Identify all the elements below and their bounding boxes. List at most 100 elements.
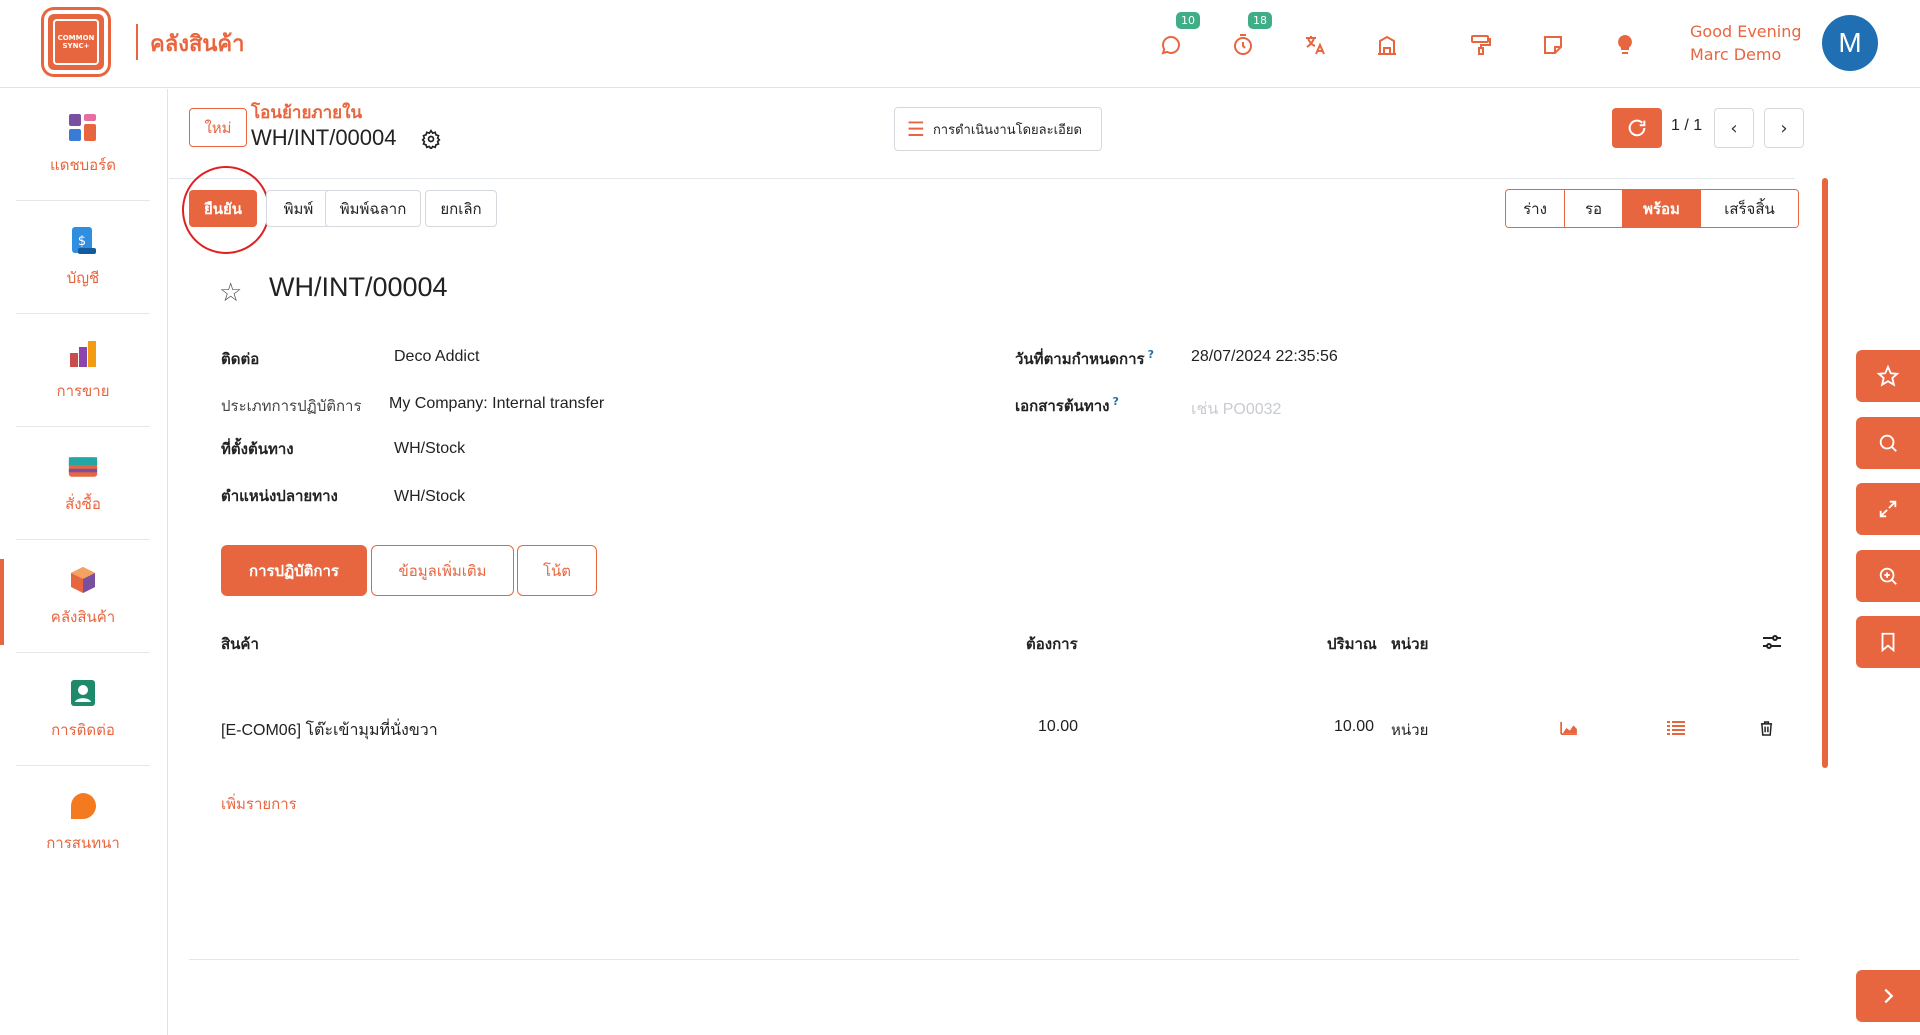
search-float-button[interactable]: [1856, 417, 1920, 469]
detailed-operations-list-icon[interactable]: [1666, 719, 1686, 737]
fullscreen-float-button[interactable]: [1856, 483, 1920, 535]
trash-icon[interactable]: [1756, 719, 1776, 737]
sidebar-item-discuss[interactable]: การสนทนา: [16, 767, 150, 879]
sheet-bottom-divider: [189, 959, 1799, 960]
print-labels-button[interactable]: พิมพ์ฉลาก: [325, 190, 421, 227]
activity-clock-icon[interactable]: 18: [1228, 12, 1272, 60]
stage-ready[interactable]: พร้อม: [1622, 190, 1700, 227]
expand-panel-button[interactable]: [1856, 970, 1920, 1022]
help-icon[interactable]: ?: [1148, 348, 1154, 361]
stage-draft[interactable]: ร่าง: [1506, 190, 1564, 227]
purchase-icon: [68, 452, 98, 482]
pager-next-button[interactable]: ›: [1764, 108, 1804, 148]
record-title[interactable]: WH/INT/00004: [269, 272, 448, 303]
scrollbar[interactable]: [1822, 178, 1828, 768]
scheduled-date-label: วันที่ตามกำหนดการ?: [1015, 347, 1154, 371]
sales-icon: [68, 339, 98, 369]
print-button[interactable]: พิมพ์: [266, 190, 331, 227]
column-header-uom[interactable]: หน่วย: [1391, 632, 1428, 656]
chevron-left-icon: ‹: [1730, 117, 1738, 139]
destination-location-field[interactable]: WH/Stock: [394, 488, 465, 506]
sidebar-item-purchase[interactable]: สั่งซื้อ: [16, 428, 150, 540]
pager-previous-button[interactable]: ‹: [1714, 108, 1754, 148]
optional-columns-icon[interactable]: [1762, 633, 1782, 651]
table-row-product[interactable]: [E-COM06] โต๊ะเข้ามุมที่นั่งขวา: [221, 718, 438, 743]
inventory-icon: [68, 565, 98, 595]
zoom-float-button[interactable]: [1856, 550, 1920, 602]
forecast-chart-icon[interactable]: [1559, 719, 1579, 737]
gear-icon[interactable]: [421, 129, 443, 151]
source-location-label: ที่ตั้งต้นทาง: [221, 440, 294, 458]
table-row-uom[interactable]: หน่วย: [1391, 718, 1428, 742]
stage-waiting[interactable]: รอ: [1564, 190, 1622, 227]
sidebar-item-contacts[interactable]: การติดต่อ: [16, 654, 150, 766]
table-row-quantity[interactable]: 10.00: [1334, 718, 1374, 736]
scheduled-date-label-text: วันที่ตามกำหนดการ: [1015, 350, 1145, 368]
validate-button[interactable]: ยืนยัน: [189, 190, 257, 227]
sidebar-item-label: คลังสินค้า: [50, 607, 116, 626]
favorite-float-button[interactable]: [1856, 350, 1920, 402]
chevron-right-icon: ›: [1780, 117, 1788, 139]
company-building-icon[interactable]: [1372, 30, 1402, 60]
star-outline-icon: [1877, 365, 1899, 387]
hamburger-icon: ☰: [907, 117, 925, 141]
status-stages: ร่าง รอ พร้อม เสร็จสิ้น: [1505, 189, 1799, 228]
sidebar-item-dashboard[interactable]: แดชบอร์ด: [16, 89, 150, 201]
scheduled-date-field[interactable]: 28/07/2024 22:35:56: [1191, 348, 1338, 366]
sidebar-active-indicator: [0, 559, 4, 645]
operation-type-label: ประเภทการปฏิบัติการ: [221, 397, 362, 415]
actions-menu-button[interactable]: ☰ การดำเนินงานโดยละเอียด: [894, 107, 1102, 151]
logo-text-sync: SYNC+: [62, 42, 90, 50]
sidebar-item-label: การสนทนา: [46, 834, 120, 852]
sidebar-item-accounting[interactable]: $ บัญชี: [16, 202, 150, 314]
refresh-icon: [1628, 119, 1646, 137]
search-icon: [1879, 434, 1897, 452]
app-logo[interactable]: COMMON SYNC+: [44, 10, 108, 74]
svg-text:$: $: [78, 234, 86, 249]
source-document-input[interactable]: เช่น PO0032: [1191, 397, 1281, 422]
sidebar-item-sales[interactable]: การขาย: [16, 315, 150, 427]
sidebar-item-label: การติดต่อ: [51, 720, 115, 739]
source-location-field[interactable]: WH/Stock: [394, 440, 465, 458]
column-header-product[interactable]: สินค้า: [221, 632, 259, 656]
actions-menu-label: การดำเนินงานโดยละเอียด: [932, 122, 1082, 138]
operation-type-field[interactable]: My Company: Internal transfer: [389, 395, 604, 413]
sidebar-item-inventory[interactable]: คลังสินค้า: [16, 541, 150, 653]
messages-icon[interactable]: 10: [1156, 12, 1200, 60]
table-row-demand[interactable]: 10.00: [1038, 718, 1078, 736]
app-title[interactable]: คลังสินค้า: [150, 26, 244, 61]
sidebar-item-label: บัญชี: [66, 268, 100, 287]
source-document-label-text: เอกสารต้นทาง: [1015, 397, 1110, 415]
stage-done[interactable]: เสร็จสิ้น: [1700, 190, 1798, 227]
destination-location-label: ตำแหน่งปลายทาง: [221, 487, 338, 505]
accounting-icon: $: [68, 226, 98, 256]
breadcrumb-parent-link[interactable]: โอนย้ายภายใน: [251, 99, 362, 126]
zoom-in-icon: [1879, 567, 1897, 585]
note-icon[interactable]: [1538, 30, 1568, 60]
tab-operations[interactable]: การปฏิบัติการ: [221, 545, 367, 596]
activities-badge: 18: [1248, 12, 1272, 29]
star-icon[interactable]: ☆: [219, 278, 242, 308]
avatar[interactable]: M: [1822, 15, 1878, 71]
user-greeting[interactable]: Good Evening Marc Demo: [1690, 20, 1802, 66]
theme-roller-icon[interactable]: [1466, 30, 1496, 60]
refresh-button[interactable]: [1612, 108, 1662, 148]
lightbulb-icon[interactable]: [1610, 30, 1640, 60]
expand-arrows-icon: [1879, 500, 1897, 518]
tab-additional-info[interactable]: ข้อมูลเพิ่มเติม: [371, 545, 514, 596]
bookmark-float-button[interactable]: [1856, 616, 1920, 668]
brand-separator: [136, 24, 138, 60]
tab-note[interactable]: โน้ต: [517, 545, 597, 596]
cancel-button[interactable]: ยกเลิก: [425, 190, 497, 227]
new-record-button[interactable]: ใหม่: [189, 108, 247, 147]
main-content: ใหม่ โอนย้ายภายใน WH/INT/00004 ☰ การดำเน…: [169, 89, 1828, 1035]
translate-icon[interactable]: [1300, 30, 1330, 60]
contact-field[interactable]: Deco Addict: [394, 348, 479, 366]
column-header-quantity[interactable]: ปริมาณ: [1327, 632, 1377, 656]
column-header-demand[interactable]: ต้องการ: [1026, 632, 1078, 656]
add-line-link[interactable]: เพิ่มรายการ: [221, 792, 297, 816]
pager-value[interactable]: 1 / 1: [1671, 117, 1702, 135]
user-name: Marc Demo: [1690, 45, 1782, 64]
help-icon[interactable]: ?: [1112, 395, 1118, 408]
greeting-text: Good Evening: [1690, 22, 1802, 41]
